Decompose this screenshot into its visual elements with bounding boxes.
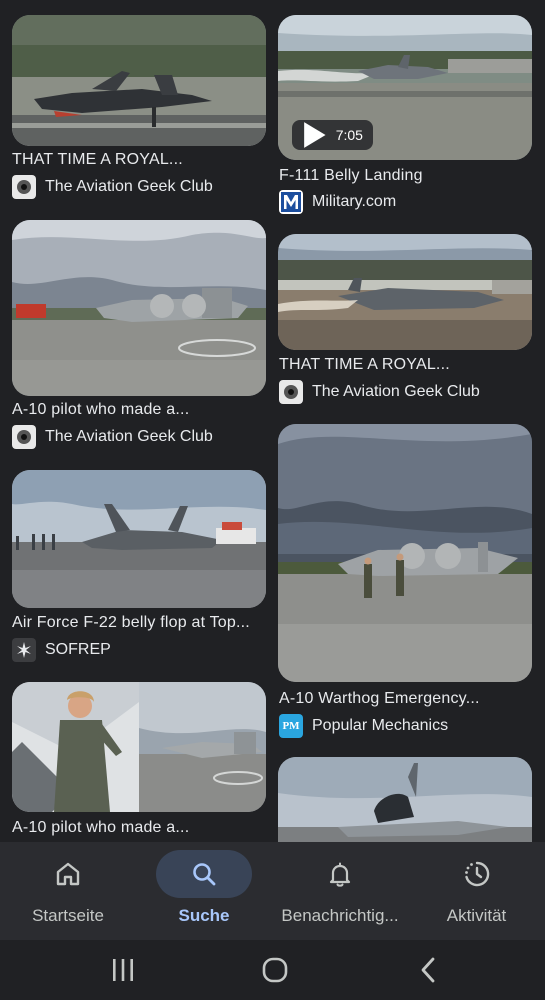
result-source[interactable]: PM Popular Mechanics (279, 714, 448, 738)
nav-item-startseite[interactable]: Startseite (0, 842, 136, 940)
result-thumbnail[interactable]: 7:05 (278, 15, 532, 160)
aviation-geek-club-icon (12, 175, 36, 199)
nav-pill (20, 850, 116, 898)
aviation-geek-club-icon (12, 425, 36, 449)
result-title[interactable]: F-111 Belly Landing (279, 167, 533, 185)
nav-pill (292, 850, 388, 898)
result-title[interactable]: A-10 pilot who made a... (12, 401, 266, 419)
nav-label: Startseite (32, 906, 104, 925)
result-title[interactable]: THAT TIME A ROYAL... (12, 151, 266, 169)
nav-item-benachrichtigungen[interactable]: Benachrichtig... (272, 842, 408, 940)
home-button-icon (262, 957, 288, 983)
result-thumbnail[interactable] (12, 15, 266, 146)
result-thumbnail[interactable] (278, 424, 532, 682)
video-duration-badge: 7:05 (292, 120, 373, 150)
result-source-label: The Aviation Geek Club (45, 178, 213, 195)
aviation-geek-club-icon (279, 380, 303, 404)
play-icon (304, 122, 326, 148)
result-title[interactable]: Air Force F-22 belly flop at Top... (12, 614, 266, 632)
result-source[interactable]: The Aviation Geek Club (12, 175, 213, 199)
military-com-icon (279, 190, 303, 214)
result-thumbnail[interactable] (278, 234, 532, 350)
nav-pill-active (156, 850, 252, 898)
home-icon (56, 862, 80, 886)
video-duration: 7:05 (335, 127, 363, 143)
recent-apps-icon (113, 959, 133, 981)
result-source[interactable]: The Aviation Geek Club (279, 380, 480, 404)
recent-apps-button[interactable] (101, 952, 145, 988)
result-source-label: SOFREP (45, 641, 111, 658)
system-navigation-bar (0, 940, 545, 1000)
result-title[interactable]: A-10 pilot who made a... (12, 819, 266, 837)
result-source[interactable]: Military.com (279, 190, 396, 214)
home-button[interactable] (253, 952, 297, 988)
bell-icon (329, 862, 351, 887)
result-source-label: Military.com (312, 193, 397, 210)
nav-label: Suche (178, 906, 230, 925)
back-button[interactable] (406, 952, 450, 988)
search-icon (193, 863, 216, 886)
result-thumbnail[interactable] (12, 682, 266, 812)
result-thumbnail[interactable] (12, 220, 266, 396)
nav-item-aktivitaet[interactable]: Aktivität (408, 842, 545, 940)
result-title[interactable]: THAT TIME A ROYAL... (279, 356, 533, 374)
popular-mechanics-icon: PM (279, 714, 303, 738)
back-icon (421, 957, 435, 983)
nav-pill (429, 850, 525, 898)
result-source-label: Popular Mechanics (312, 717, 449, 734)
activity-icon (464, 861, 489, 887)
sofrep-icon (12, 638, 36, 662)
nav-item-suche[interactable]: Suche (136, 842, 272, 940)
result-source[interactable]: The Aviation Geek Club (12, 425, 213, 449)
result-source-label: The Aviation Geek Club (312, 383, 480, 400)
result-thumbnail[interactable] (12, 470, 266, 608)
result-title[interactable]: A-10 Warthog Emergency... (279, 690, 533, 708)
nav-label: Aktivität (446, 906, 507, 925)
bottom-navigation: Startseite Suche Benachrichtig... Aktivi… (0, 842, 545, 940)
result-source-label: The Aviation Geek Club (45, 428, 213, 445)
nav-label: Benachrichtig... (281, 906, 399, 925)
result-source[interactable]: SOFREP (12, 638, 111, 662)
